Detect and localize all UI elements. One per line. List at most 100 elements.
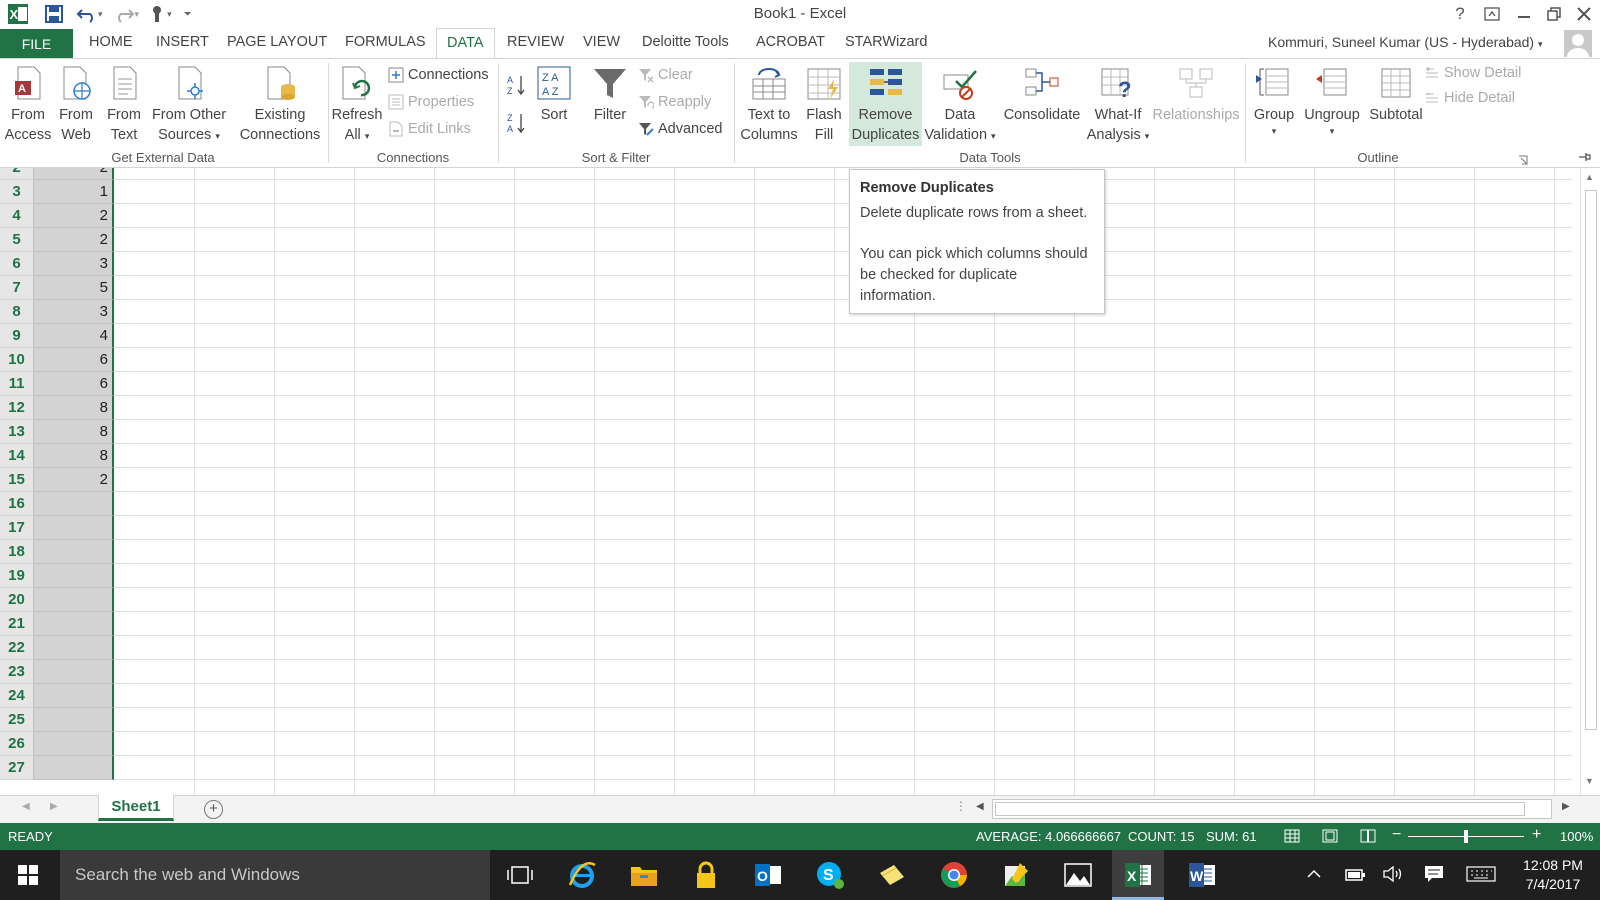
- cell-column-a[interactable]: [34, 660, 114, 684]
- cell-column-a[interactable]: 8: [34, 396, 114, 420]
- minimize-button[interactable]: [1510, 3, 1538, 25]
- cell-column-a[interactable]: [34, 612, 114, 636]
- row-header[interactable]: 17: [0, 516, 34, 540]
- user-account-name[interactable]: Kommuri, Suneel Kumar (US - Hyderabad) ▾: [1268, 34, 1543, 50]
- new-sheet-button[interactable]: +: [204, 800, 223, 819]
- row-header[interactable]: 3: [0, 180, 34, 204]
- properties-button[interactable]: Properties: [388, 94, 474, 110]
- pin-ribbon-icon[interactable]: [1578, 150, 1592, 162]
- edit-links-button[interactable]: Edit Links: [388, 121, 471, 137]
- from-other-sources-button[interactable]: From Other Sources ▾: [149, 65, 229, 146]
- vertical-scrollbar[interactable]: ▲ ▼: [1580, 168, 1600, 795]
- from-web-button[interactable]: From Web: [54, 65, 98, 145]
- row-header[interactable]: 6: [0, 252, 34, 276]
- next-sheet-arrow-icon[interactable]: ▶: [50, 801, 58, 812]
- worksheet-grid[interactable]: 2231425263758394106116128138148152161718…: [0, 168, 1600, 795]
- tab-review[interactable]: REVIEW: [507, 34, 564, 50]
- row-header[interactable]: 23: [0, 660, 34, 684]
- row-header[interactable]: 22: [0, 636, 34, 660]
- page-layout-view-icon[interactable]: [1322, 829, 1338, 843]
- task-view-icon[interactable]: [504, 859, 536, 891]
- paint-icon[interactable]: [1000, 859, 1032, 891]
- relationships-button[interactable]: Relationships: [1152, 65, 1240, 125]
- reapply-button[interactable]: Reapply: [638, 94, 711, 110]
- outline-dialog-launcher-icon[interactable]: [1518, 152, 1528, 165]
- status-count[interactable]: COUNT: 15: [1128, 829, 1194, 844]
- row-header[interactable]: 15: [0, 468, 34, 492]
- filter-button[interactable]: Filter: [588, 65, 632, 125]
- row-header[interactable]: 9: [0, 324, 34, 348]
- sheet-split-handle-icon[interactable]: ⋮: [955, 799, 967, 813]
- zoom-in-button[interactable]: +: [1532, 826, 1541, 844]
- flash-fill-button[interactable]: Flash Fill: [802, 65, 846, 145]
- row-header[interactable]: 24: [0, 684, 34, 708]
- outlook-icon[interactable]: O: [752, 859, 784, 891]
- sheet-tab-sheet1[interactable]: Sheet1: [98, 795, 174, 821]
- ungroup-button[interactable]: Ungroup ▾: [1300, 65, 1364, 137]
- battery-icon[interactable]: [1344, 866, 1366, 882]
- vertical-scroll-thumb[interactable]: [1585, 190, 1597, 730]
- cell-column-a[interactable]: 2: [34, 204, 114, 228]
- cell-column-a[interactable]: [34, 684, 114, 708]
- row-header[interactable]: 2: [0, 168, 34, 180]
- row-header[interactable]: 12: [0, 396, 34, 420]
- subtotal-button[interactable]: Subtotal: [1364, 65, 1428, 125]
- windows-start-icon[interactable]: [18, 865, 38, 885]
- lock-app-icon[interactable]: [690, 859, 722, 891]
- avatar[interactable]: [1564, 30, 1592, 57]
- sort-button[interactable]: Z A A Z Sort: [534, 65, 574, 125]
- tab-insert[interactable]: INSERT: [156, 34, 209, 50]
- data-validation-button[interactable]: Data Validation ▾: [924, 65, 996, 146]
- cell-column-a[interactable]: 1: [34, 180, 114, 204]
- tab-acrobat[interactable]: ACROBAT: [756, 34, 825, 50]
- text-to-columns-button[interactable]: Text to Columns: [740, 65, 798, 145]
- cell-column-a[interactable]: 3: [34, 300, 114, 324]
- page-break-view-icon[interactable]: [1360, 829, 1376, 843]
- tab-deloitte-tools[interactable]: Deloitte Tools: [642, 34, 729, 50]
- refresh-all-button[interactable]: Refresh All ▾: [332, 65, 382, 146]
- row-header[interactable]: 27: [0, 756, 34, 780]
- hscroll-right-arrow-icon[interactable]: ▶: [1562, 801, 1570, 812]
- scroll-up-arrow-icon[interactable]: ▲: [1585, 172, 1594, 182]
- cell-column-a[interactable]: 2: [34, 168, 114, 180]
- cell-column-a[interactable]: 8: [34, 444, 114, 468]
- row-header[interactable]: 25: [0, 708, 34, 732]
- sort-ascending-button[interactable]: AZ: [507, 73, 529, 97]
- row-header[interactable]: 21: [0, 612, 34, 636]
- cell-column-a[interactable]: 6: [34, 348, 114, 372]
- photos-icon[interactable]: [1062, 859, 1094, 891]
- skype-icon[interactable]: S: [814, 859, 846, 891]
- action-center-icon[interactable]: [1424, 865, 1444, 883]
- existing-connections-button[interactable]: Existing Connections: [238, 65, 322, 145]
- zoom-slider[interactable]: [1408, 830, 1524, 843]
- row-header[interactable]: 10: [0, 348, 34, 372]
- row-header[interactable]: 14: [0, 444, 34, 468]
- cell-column-a[interactable]: [34, 492, 114, 516]
- normal-view-icon[interactable]: [1284, 829, 1300, 843]
- cell-column-a[interactable]: [34, 708, 114, 732]
- cell-column-a[interactable]: 4: [34, 324, 114, 348]
- restore-button[interactable]: [1540, 3, 1568, 25]
- cell-column-a[interactable]: 8: [34, 420, 114, 444]
- volume-icon[interactable]: [1382, 865, 1404, 883]
- row-header[interactable]: 20: [0, 588, 34, 612]
- zoom-slider-thumb[interactable]: [1464, 830, 1468, 843]
- row-header[interactable]: 26: [0, 732, 34, 756]
- tab-starwizard[interactable]: STARWizard: [845, 34, 927, 50]
- consolidate-button[interactable]: Consolidate: [1000, 65, 1084, 125]
- advanced-filter-button[interactable]: Advanced: [638, 121, 723, 137]
- cell-column-a[interactable]: 2: [34, 468, 114, 492]
- row-header[interactable]: 18: [0, 540, 34, 564]
- row-header[interactable]: 16: [0, 492, 34, 516]
- cell-column-a[interactable]: [34, 588, 114, 612]
- zoom-out-button[interactable]: −: [1392, 826, 1401, 844]
- cell-column-a[interactable]: [34, 636, 114, 660]
- prev-sheet-arrow-icon[interactable]: ◀: [22, 801, 30, 812]
- show-hidden-icons-chevron-icon[interactable]: [1306, 866, 1322, 882]
- help-button[interactable]: ?: [1446, 3, 1474, 25]
- row-header[interactable]: 11: [0, 372, 34, 396]
- chrome-icon[interactable]: [938, 859, 970, 891]
- horizontal-scroll-thumb[interactable]: [995, 802, 1525, 816]
- tab-page-layout[interactable]: PAGE LAYOUT: [227, 34, 327, 50]
- connections-button[interactable]: Connections: [388, 67, 489, 83]
